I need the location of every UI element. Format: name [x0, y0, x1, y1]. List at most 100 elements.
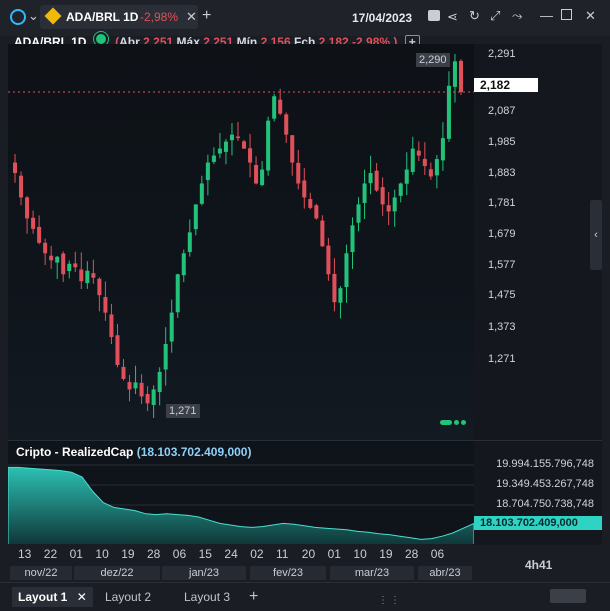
- month-label: nov/22: [10, 566, 72, 580]
- candle-body: [67, 263, 72, 272]
- month-bar[interactable]: nov/22 dez/22 jan/23 fev/23 mar/23 abr/23: [8, 564, 474, 582]
- candle-body: [296, 162, 301, 184]
- time-tick: 28: [405, 547, 419, 561]
- candle-body: [205, 162, 210, 181]
- minimize-icon[interactable]: —: [540, 8, 553, 23]
- candle-body: [55, 256, 60, 263]
- candle-body: [332, 273, 337, 303]
- more-options-icon[interactable]: ⋮⋮: [378, 595, 402, 606]
- candle-body: [199, 183, 204, 204]
- time-tick: 19: [379, 547, 393, 561]
- close-layout-icon[interactable]: ✕: [77, 590, 87, 604]
- candle-body: [368, 173, 373, 184]
- time-tick: 28: [147, 547, 161, 561]
- indicator-tick: 19.349.453.267,748: [496, 478, 594, 490]
- candle-body: [338, 288, 343, 303]
- candle-body: [380, 187, 385, 205]
- candle-body: [31, 217, 36, 229]
- month-label: jan/23: [162, 566, 246, 580]
- candle-body: [37, 226, 42, 243]
- last-price-label: 2,182: [474, 78, 538, 92]
- price-tick: 2,087: [488, 105, 516, 117]
- candle-body: [440, 138, 445, 161]
- layout-tab-2[interactable]: Layout 2: [105, 587, 151, 607]
- drawing-icon[interactable]: ⤳: [512, 8, 522, 24]
- candle-body: [13, 162, 18, 174]
- calendar-icon[interactable]: [428, 10, 440, 21]
- candle-body: [308, 199, 313, 208]
- layout-tab-3[interactable]: Layout 3: [184, 587, 230, 607]
- candle-body: [248, 148, 253, 163]
- price-tick: 1,475: [488, 289, 516, 301]
- add-tab-button[interactable]: +: [202, 7, 211, 25]
- date-display: 17/04/2023: [352, 11, 413, 25]
- candle-body: [398, 183, 403, 196]
- binance-icon: [44, 7, 62, 25]
- month-label: dez/22: [74, 566, 160, 580]
- candle-body: [217, 148, 222, 154]
- candle-body: [344, 253, 349, 288]
- candle-body: [458, 60, 463, 93]
- candle-body: [211, 155, 216, 162]
- indicator-pane[interactable]: Cripto - RealizedCap (18.103.702.409,000…: [8, 440, 474, 545]
- price-chart[interactable]: 2,290 1,271: [8, 44, 474, 444]
- right-arrow-icon[interactable]: ‹: [590, 200, 602, 270]
- symbol-tab[interactable]: ADA/BRL 1D -2,98% ✕: [40, 5, 198, 29]
- time-tick: 06: [430, 547, 445, 561]
- candle-body: [163, 344, 168, 370]
- candle-body: [115, 335, 120, 365]
- refresh-icon[interactable]: ↻: [469, 8, 480, 24]
- layout-tab-1[interactable]: Layout 1 ✕: [12, 587, 93, 607]
- candle-body: [410, 148, 415, 172]
- price-tick: 1,271: [488, 353, 516, 365]
- high-marker: 2,290: [416, 53, 450, 67]
- candle-body: [428, 169, 433, 177]
- candle-body: [139, 382, 144, 397]
- time-tick: 20: [301, 547, 316, 561]
- candle-body: [422, 158, 427, 167]
- indicator-value: (18.103.702.409,000): [136, 445, 252, 459]
- indicator-axis[interactable]: 19.994.155.796,748 19.349.453.267,748 18…: [474, 440, 602, 545]
- share-icon[interactable]: ⋖: [447, 9, 458, 25]
- candle-body: [49, 255, 54, 261]
- candle-body: [374, 170, 379, 191]
- more-icon[interactable]: [440, 420, 466, 426]
- candle-body: [103, 296, 108, 313]
- price-tick: 1,679: [488, 228, 516, 240]
- time-tick: 15: [198, 547, 212, 561]
- add-layout-button[interactable]: +: [249, 587, 258, 607]
- horizontal-scrollbar[interactable]: [550, 589, 586, 603]
- indicator-tick: 18.704.750.738,748: [496, 498, 594, 510]
- candle-body: [392, 197, 397, 212]
- candle-body: [446, 85, 451, 139]
- layout-bar: Layout 1 ✕ Layout 2 Layout 3 + ⋮⋮: [0, 582, 610, 611]
- chevron-down-icon[interactable]: ⌄: [28, 8, 39, 24]
- price-tick: 1,373: [488, 321, 516, 333]
- candlestick-series: [8, 54, 474, 418]
- price-tick: 1,985: [488, 136, 516, 148]
- time-tick: 10: [353, 547, 367, 561]
- candle-body: [151, 389, 156, 406]
- candle-body: [79, 269, 84, 282]
- symbol-tab-change: -2,98%: [140, 10, 179, 24]
- expand-icon[interactable]: ⤢: [490, 8, 500, 24]
- candle-body: [157, 371, 162, 392]
- candle-body: [452, 61, 457, 87]
- title-bar: ⌄ ADA/BRL 1D -2,98% ✕ + 17/04/2023 ⋖ ↻ ⤢…: [0, 0, 610, 36]
- candle-body: [193, 204, 198, 230]
- candle-body: [284, 114, 289, 135]
- candle-body: [416, 150, 421, 156]
- close-icon[interactable]: ✕: [585, 8, 596, 24]
- month-label: fev/23: [250, 566, 326, 580]
- time-axis[interactable]: 13 22 01 10 19 28 06 15 24 02 11 20 01 10 19 28 06: [8, 544, 474, 564]
- clock-icon[interactable]: [10, 9, 26, 25]
- price-tick: 2,291: [488, 48, 516, 60]
- candle-body: [302, 180, 307, 198]
- time-tick: 11: [276, 547, 289, 561]
- time-tick: 22: [43, 547, 58, 561]
- close-tab-icon[interactable]: ✕: [186, 9, 197, 25]
- candle-body: [43, 242, 48, 254]
- maximize-icon[interactable]: [561, 9, 572, 20]
- price-axis[interactable]: 2,291 2,087 1,985 1,883 1,781 1,679 1,577 1,475…: [474, 44, 602, 444]
- candle-body: [320, 220, 325, 247]
